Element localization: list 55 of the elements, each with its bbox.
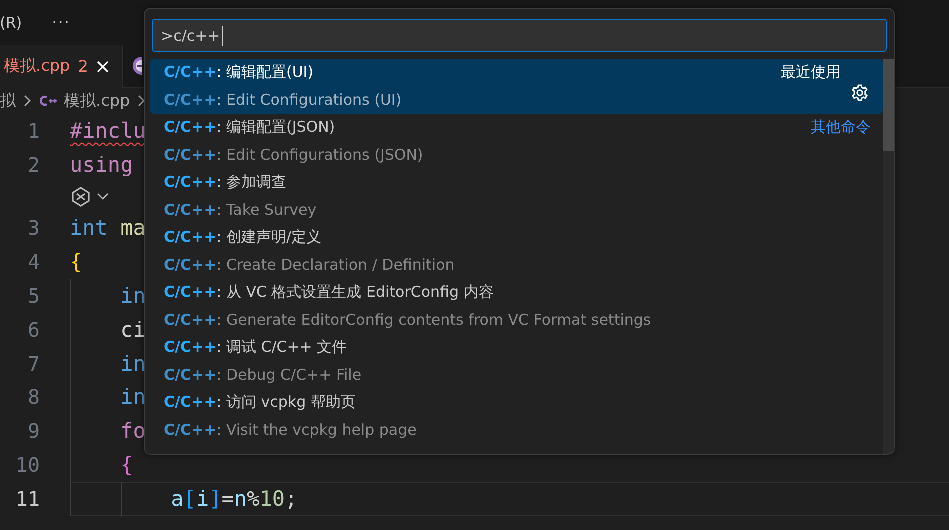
code-token: [	[184, 486, 196, 513]
scrollbar[interactable]	[883, 59, 894, 151]
code-token: {	[120, 453, 134, 480]
breadcrumb-item[interactable]: 拟	[0, 90, 16, 112]
command-item[interactable]: C/C++: 访问 vcpkg 帮助页 C/C++: Visit the vcpkg help page	[150, 389, 883, 444]
problem-count: 2	[78, 57, 88, 76]
command-item[interactable]: C/C++: 调试 C/C++ 文件 C/C++: Debug C/C++ File	[150, 334, 883, 389]
code-token: ]	[209, 486, 222, 513]
chevron-icon	[137, 94, 146, 108]
code-token: in	[120, 352, 146, 378]
line-number: 5	[26, 284, 40, 308]
editor-tab[interactable]: 模拟.cpp 2	[0, 45, 124, 88]
code-token: {	[70, 250, 83, 276]
code-token: i	[196, 486, 210, 513]
code-token: ci	[120, 318, 146, 344]
code-token: in	[120, 385, 146, 412]
other-commands-link[interactable]: 其他命令	[811, 118, 883, 138]
breadcrumb-item[interactable]: 模拟.cpp	[64, 90, 130, 112]
code-token: n	[234, 486, 248, 513]
code-token: using	[70, 152, 134, 179]
chevron-icon[interactable]	[96, 192, 110, 202]
code-token: int	[70, 216, 108, 242]
line-number: 4	[26, 250, 40, 274]
command-item[interactable]: C/C++: 创建声明/定义 C/C++: Create Declaration / Definition	[150, 224, 883, 279]
line-number: 7	[26, 352, 40, 376]
line-number: 8	[26, 385, 40, 410]
line-number: 6	[26, 318, 40, 342]
command-item[interactable]: C/C++: 编辑配置(JSON) 其他命令 C/C++: Edit Configurations (JSON)	[150, 114, 883, 169]
code-token: %	[247, 486, 260, 513]
settings-icon[interactable]	[851, 84, 869, 102]
code-token: ;	[285, 486, 298, 513]
line-number: 1	[26, 118, 40, 143]
line-number: 2	[26, 152, 40, 177]
more-menu[interactable]: ···	[52, 13, 70, 32]
chevron-icon	[23, 94, 32, 108]
code-token: fo	[120, 419, 146, 446]
line-number: 11	[14, 486, 40, 511]
code-token: 10	[260, 486, 286, 513]
code-token: =	[222, 486, 234, 513]
code-token: #inclu	[70, 118, 146, 145]
command-item[interactable]: C/C++: 参加调查 C/C++: Take Survey	[150, 169, 883, 224]
code-token: ma	[120, 216, 146, 242]
command-input[interactable]: >c/c++	[152, 19, 887, 52]
cpp-file-icon	[39, 94, 57, 108]
close-icon[interactable]	[96, 60, 110, 74]
line-number: 9	[26, 419, 40, 444]
command-item[interactable]: C/C++: 从 VC 格式设置生成 EditorConfig 内容 C/C++: Generate EditorConfig contents from VC Format settings	[150, 279, 883, 334]
command-item[interactable]: C/C++: 编辑配置(UI) 最近使用 C/C++: Edit Configurations (UI)	[150, 59, 883, 114]
recently-used-label: 最近使用	[781, 63, 842, 82]
code-token: in	[120, 284, 146, 310]
line-number: 10	[14, 453, 40, 478]
code-token: a	[170, 486, 184, 513]
line-number: 3	[26, 216, 40, 240]
tab-label: 模拟.cpp	[4, 56, 70, 77]
menu-item[interactable]: (R)	[0, 14, 22, 32]
